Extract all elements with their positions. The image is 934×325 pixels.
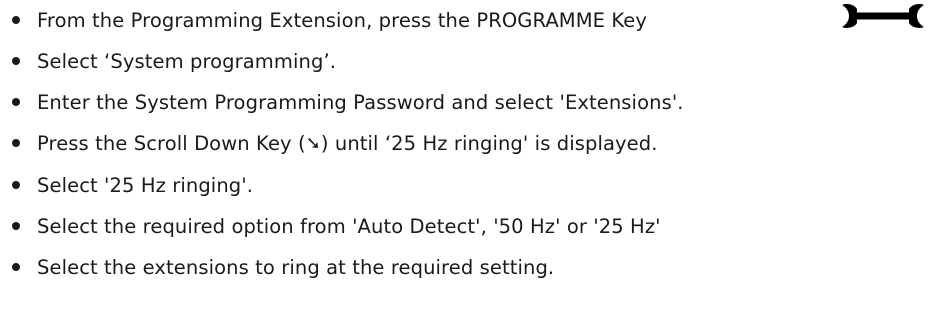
bullet xyxy=(12,263,20,271)
instruction-step-7: Select the extensions to ring at the req… xyxy=(0,247,554,287)
step-text: Enter the System Programming Password an… xyxy=(37,90,684,114)
bullet xyxy=(12,16,20,24)
instruction-step-1: From the Programming Extension, press th… xyxy=(0,0,647,40)
arrow-down-right-icon: ➘ xyxy=(305,132,321,154)
step-text: Select the required option from 'Auto De… xyxy=(37,214,661,238)
wrench-icon xyxy=(842,4,924,28)
bullet xyxy=(12,98,20,106)
instruction-step-3: Enter the System Programming Password an… xyxy=(0,82,684,122)
step-text: Select the extensions to ring at the req… xyxy=(37,255,555,279)
instruction-step-6: Select the required option from 'Auto De… xyxy=(0,206,661,246)
instruction-step-4: Press the Scroll Down Key (➘) until ‘25 … xyxy=(0,123,658,163)
instruction-step-5: Select '25 Hz ringing'. xyxy=(0,165,253,205)
step-text-after: ) until ‘25 Hz ringing' is displayed. xyxy=(320,131,658,155)
bullet xyxy=(12,139,20,147)
bullet xyxy=(12,57,20,65)
step-text: From the Programming Extension, press th… xyxy=(37,8,648,32)
step-text: Select ‘System programming’. xyxy=(37,49,337,73)
bullet xyxy=(12,222,20,230)
instruction-step-2: Select ‘System programming’. xyxy=(0,41,336,81)
step-text: Select '25 Hz ringing'. xyxy=(37,173,254,197)
step-text-before: Press the Scroll Down Key ( xyxy=(37,131,306,155)
bullet xyxy=(12,181,20,189)
